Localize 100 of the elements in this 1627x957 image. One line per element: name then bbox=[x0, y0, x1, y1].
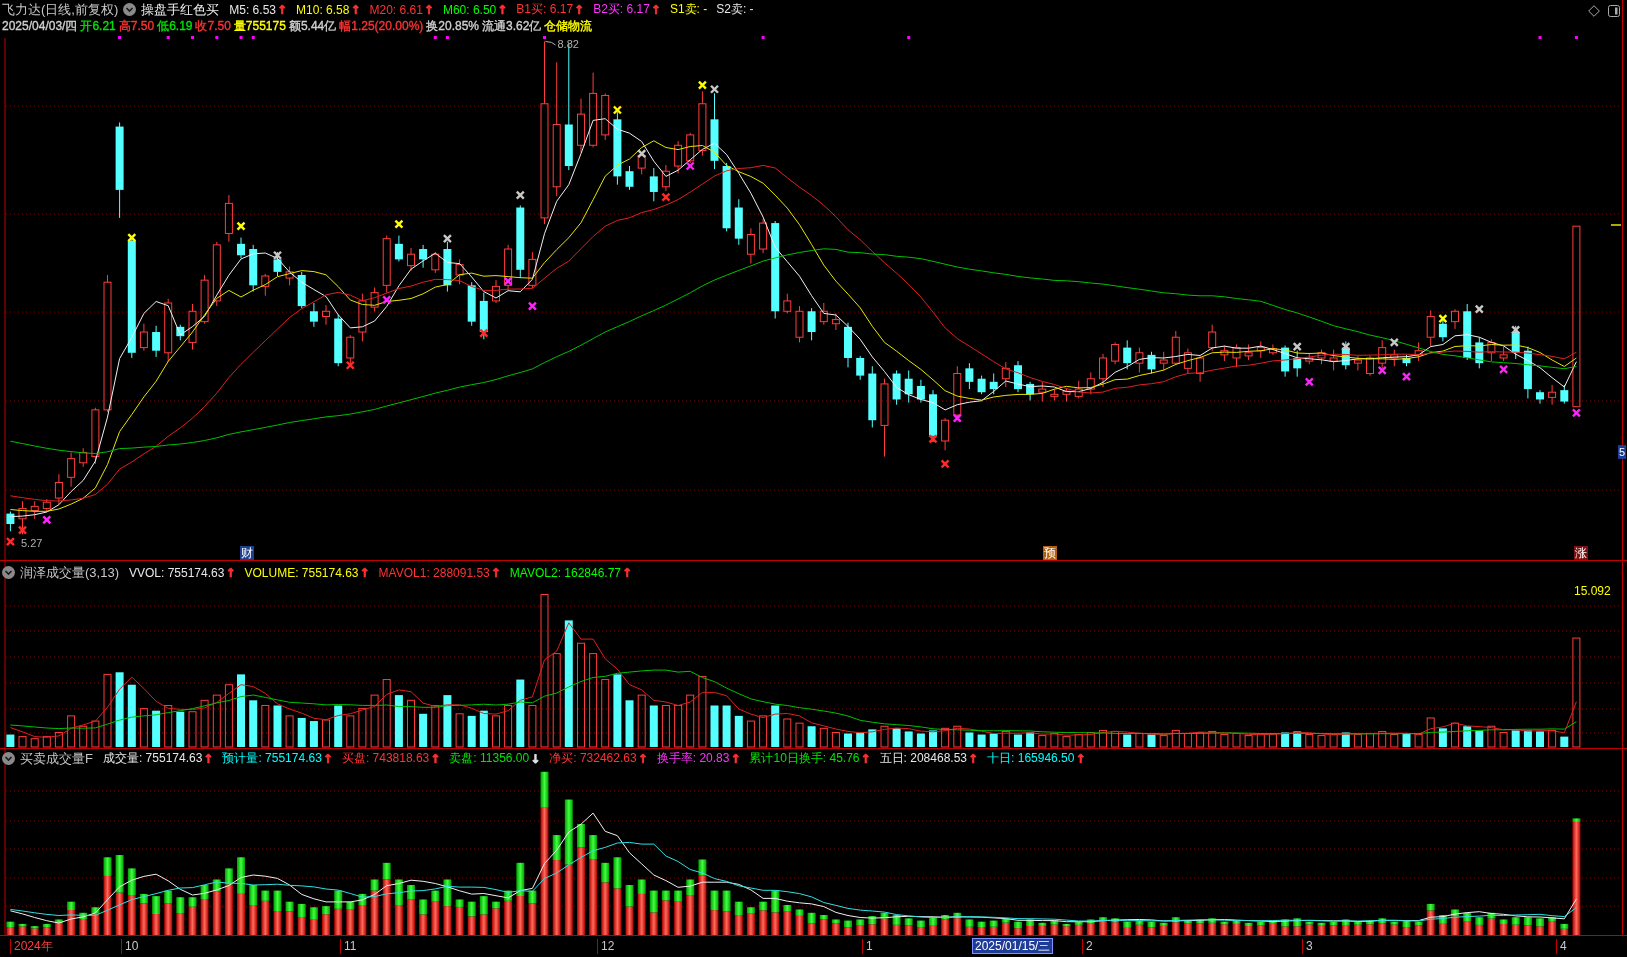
cross-marker bbox=[127, 233, 137, 242]
indicator-value: M60: 6.50 bbox=[442, 2, 497, 17]
indicator-value: VVOL: 755174.63 bbox=[128, 565, 225, 580]
cross-marker bbox=[1341, 342, 1351, 351]
indicator-value: S2卖: - bbox=[716, 1, 754, 18]
indicator-value: 净买: 732462.63 bbox=[549, 750, 637, 767]
quote-value: 额5.44亿 bbox=[288, 18, 337, 35]
quote-value: 开6.21 bbox=[80, 18, 116, 35]
trend-arrow: ↑ bbox=[430, 751, 441, 766]
cross-marker bbox=[42, 515, 52, 525]
trend-arrow: ↑ bbox=[574, 2, 585, 17]
cross-marker bbox=[1304, 377, 1314, 387]
cross-marker bbox=[18, 525, 27, 535]
axis-label: 4 bbox=[1556, 939, 1567, 954]
indicator-value: M5: 6.53 bbox=[229, 2, 276, 17]
axis-label: 2024年 bbox=[10, 939, 53, 954]
cross-marker bbox=[1292, 342, 1302, 351]
price-tag: 5 bbox=[1618, 445, 1627, 459]
cross-marker bbox=[1377, 366, 1387, 375]
indicator-value: 买盘: 743818.63 bbox=[341, 750, 430, 767]
indicator-value: 卖盘: 11356.00 bbox=[449, 750, 530, 767]
panel-icon[interactable] bbox=[1608, 5, 1620, 17]
trend-arrow: ↑ bbox=[622, 565, 633, 580]
trend-arrow: ↑ bbox=[490, 565, 501, 580]
cross-marker bbox=[661, 192, 671, 202]
axis-label: 12 bbox=[597, 939, 615, 954]
cross-marker bbox=[382, 295, 392, 305]
indicator-value: 成交量: 755174.63 bbox=[102, 750, 203, 767]
indicator-value: 五日: 208468.53 bbox=[879, 750, 967, 767]
indicator-value: 换手率: 20.83 bbox=[656, 750, 730, 767]
cross-marker bbox=[952, 413, 962, 423]
quote-value: 幅1.25(20.00%) bbox=[339, 18, 424, 35]
indicator-value: B2买: 6.17 bbox=[593, 1, 650, 18]
axis-label: 1 bbox=[862, 939, 873, 954]
indicator-value: MAVOL2: 162846.77 bbox=[509, 565, 622, 580]
cross-marker bbox=[236, 221, 246, 231]
scale-label: 15.092 bbox=[1574, 584, 1611, 598]
trend-arrow: ↑ bbox=[860, 751, 871, 766]
quote-value: 量755175 bbox=[233, 18, 286, 35]
cross-marker bbox=[1474, 304, 1484, 314]
cross-marker bbox=[1499, 365, 1508, 374]
dropdown-icon[interactable] bbox=[123, 3, 137, 16]
event-tag[interactable]: 财 bbox=[240, 546, 254, 560]
cross-marker bbox=[698, 80, 707, 90]
cross-marker bbox=[940, 459, 950, 469]
cross-marker bbox=[515, 190, 525, 200]
dropdown-icon[interactable] bbox=[2, 566, 15, 579]
cross-marker bbox=[528, 301, 537, 311]
low-price-label: 5.27 bbox=[21, 537, 43, 549]
cursor-date-label: 2025/01/15/三 bbox=[972, 938, 1054, 954]
quote-value: 低6.19 bbox=[157, 18, 193, 35]
quote-value: 收7.50 bbox=[195, 18, 231, 35]
cross-marker bbox=[613, 105, 622, 115]
quote-value: 仓储物流 bbox=[544, 18, 593, 35]
axis-label: 10 bbox=[121, 939, 139, 954]
formula-name[interactable]: 操盘手红色买 bbox=[141, 0, 220, 19]
cross-marker bbox=[273, 250, 282, 260]
trend-arrow: ↑ bbox=[359, 565, 370, 580]
cross-marker bbox=[637, 149, 647, 158]
trend-arrow: ↑ bbox=[277, 2, 288, 17]
indicator-value: VOLUME: 755174.63 bbox=[244, 565, 359, 580]
cross-marker bbox=[685, 161, 695, 171]
axis-label: 3 bbox=[1302, 939, 1313, 954]
trend-arrow: ↑ bbox=[650, 2, 661, 17]
trend-arrow: ↑ bbox=[1075, 751, 1086, 766]
trend-arrow: ↑ bbox=[497, 2, 508, 17]
event-tag[interactable]: 预 bbox=[1043, 546, 1057, 560]
cross-marker bbox=[443, 234, 452, 243]
quote-value: 2025/04/03/四 bbox=[2, 18, 78, 35]
trend-arrow: ↑ bbox=[423, 2, 434, 17]
trend-arrow: ↑ bbox=[350, 2, 361, 17]
cross-marker bbox=[710, 84, 719, 94]
diamond-icon[interactable] bbox=[1588, 5, 1600, 17]
trend-arrow: ↑ bbox=[730, 751, 741, 766]
indicator-title[interactable]: 润泽成交量(3,13) bbox=[20, 563, 119, 582]
axis-label: 11 bbox=[340, 939, 357, 954]
indicator-value: 累计10日换手: 45.76 bbox=[749, 750, 860, 767]
trend-arrow: ↑ bbox=[968, 751, 979, 766]
axis-label: 2 bbox=[1082, 939, 1093, 954]
cross-marker bbox=[1389, 338, 1399, 347]
chart-title: 飞力达(日线,前复权) bbox=[2, 0, 119, 19]
leader-line bbox=[545, 41, 556, 46]
cross-marker bbox=[1438, 314, 1448, 323]
indicator-value: 十日: 165946.50 bbox=[987, 750, 1075, 767]
cross-marker bbox=[6, 537, 15, 546]
cross-marker bbox=[394, 219, 404, 229]
cross-marker bbox=[1511, 325, 1521, 335]
indicator-value: M10: 6.58 bbox=[296, 2, 350, 17]
cross-marker bbox=[479, 328, 489, 338]
indicator-value: S1卖: - bbox=[669, 1, 708, 18]
cross-marker bbox=[345, 360, 355, 370]
indicator-value: MAVOL1: 288091.53 bbox=[378, 565, 490, 580]
trend-arrow: ↑ bbox=[225, 565, 236, 580]
trend-arrow: ↑ bbox=[203, 751, 214, 766]
event-tag[interactable]: 涨 bbox=[1574, 546, 1588, 560]
cross-marker bbox=[928, 434, 938, 444]
indicator-title[interactable]: 买卖成交量F bbox=[20, 749, 93, 768]
high-price-label: 8.82 bbox=[557, 38, 579, 50]
dropdown-icon[interactable] bbox=[2, 752, 15, 765]
indicator-value: M20: 6.61 bbox=[369, 2, 423, 17]
